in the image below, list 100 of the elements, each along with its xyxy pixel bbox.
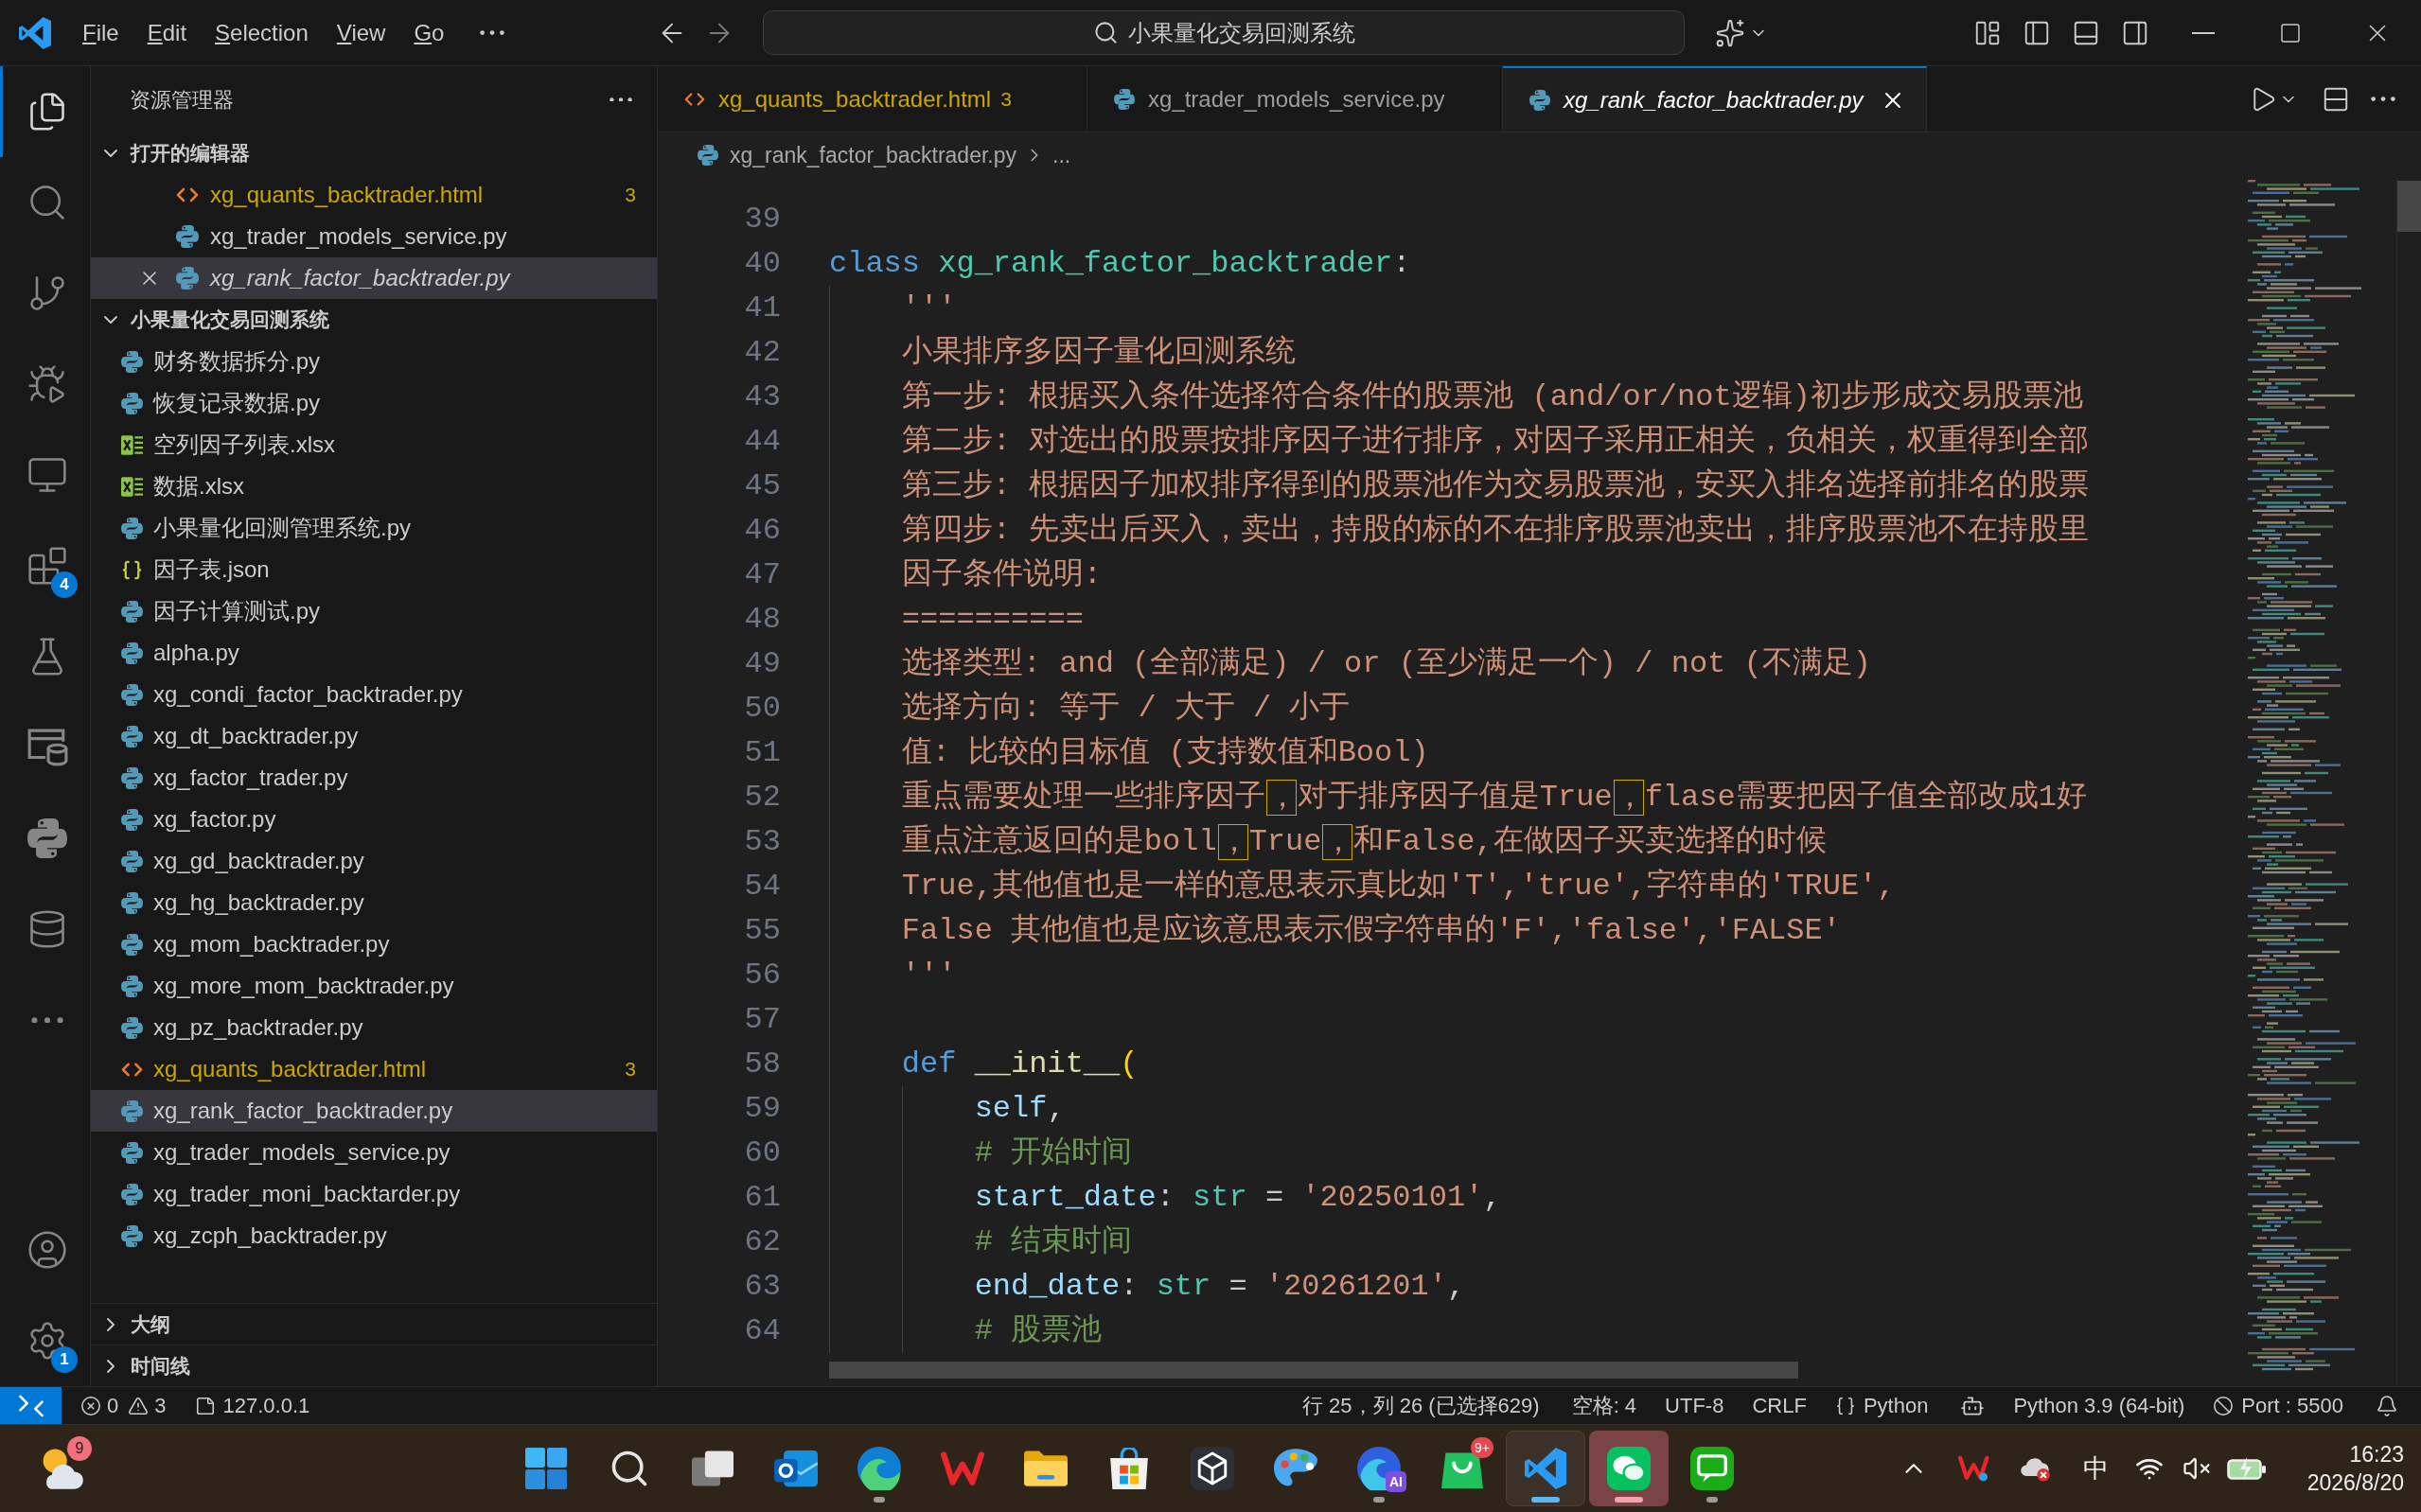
code-line: ''' [901, 290, 957, 327]
store-bag-icon [1108, 1448, 1150, 1489]
taskbar-app-button[interactable] [1506, 1431, 1585, 1506]
notification-badge: 9+ [1471, 1437, 1493, 1458]
interpreter-button[interactable]: Python 3.9 (64-bit) [2004, 1387, 2195, 1424]
python-file-icon [121, 683, 143, 706]
weather-button[interactable]: 9 [31, 1438, 92, 1499]
problems-button[interactable]: 0 3 [75, 1387, 172, 1424]
battery-charging-icon [2227, 1456, 2267, 1481]
input-method-button[interactable]: 中 [2065, 1440, 2126, 1497]
menu-item[interactable]: Selection [201, 11, 323, 54]
port-button[interactable]: Port : 5500 [2203, 1387, 2353, 1424]
line-number: 39 [743, 201, 781, 238]
code-line: ''' [901, 957, 957, 994]
indentation-button[interactable]: 空格: 4 [1562, 1387, 1647, 1424]
code-line: 选择类型: and (全部满足) / or (至少满足一个) / not (不满足) [901, 645, 1871, 683]
menu-item[interactable]: File [68, 11, 133, 54]
python-file-icon [121, 933, 143, 956]
tree-item[interactable]: xg_hg_backtrader.py [91, 882, 657, 923]
remote-button[interactable] [0, 1387, 62, 1424]
tree-item[interactable]: xg_quants_backtrader.html 3 [91, 1048, 657, 1090]
section-header[interactable]: 打开的编辑器 [91, 132, 657, 174]
tree-item[interactable]: xg_more_mom_backtrader.py [91, 965, 657, 1007]
python-file-icon [121, 891, 143, 914]
error-icon [80, 1395, 101, 1416]
tree-item[interactable]: 因子表.json [91, 549, 657, 590]
breadcrumb-symbols[interactable]: ... [1052, 138, 1071, 172]
line-number: 62 [743, 1223, 781, 1261]
python-file-icon [1114, 88, 1135, 110]
taskbar-app-button[interactable]: 9+ [1423, 1431, 1502, 1506]
code-line: 第三步: 根据因子加权排序得到的股票池作为交易股票池，安买入排名选择前排名的股票 [901, 467, 2090, 505]
task-view-icon [692, 1448, 733, 1489]
tree-item[interactable]: alpha.py [91, 632, 657, 674]
tree-item[interactable]: xg_trader_models_service.py [91, 1132, 657, 1173]
more-icon [610, 97, 632, 102]
zigzag-cloud-logo-icon [1958, 1455, 1990, 1482]
tree-item[interactable]: 恢复记录数据.py [91, 382, 657, 424]
taskbar-app-button[interactable] [1589, 1431, 1669, 1506]
scrollbar-thumb[interactable] [2397, 181, 2421, 232]
tree-item[interactable]: xg_gd_backtrader.py [91, 840, 657, 882]
tree-item[interactable]: xg_trader_moni_backtarder.py [91, 1173, 657, 1215]
tree-item[interactable]: 空列因子列表.xlsx [91, 424, 657, 466]
python-file-icon [121, 642, 143, 664]
cursor-position[interactable]: 行 25，列 26 (已选择629) [1293, 1387, 1549, 1424]
python-file-icon [121, 808, 143, 831]
line-ending-button[interactable]: CRLF [1742, 1387, 1816, 1424]
python-file-icon [121, 725, 143, 747]
python-file-icon [121, 1141, 143, 1164]
window-database-icon [26, 727, 68, 768]
code-line: 第四步: 先卖出后买入，卖出，持股的标的不在排序股票池卖出，排序股票池不在持股里 [901, 512, 2090, 550]
open-editor-item[interactable]: xg_trader_models_service.py [91, 216, 657, 257]
extensions-button[interactable]: 4 [0, 520, 91, 611]
python-file-icon [121, 517, 143, 539]
python-file-icon [121, 1224, 143, 1247]
open-editor-item[interactable]: xg_rank_factor_backtrader.py [91, 257, 657, 299]
encoding-button[interactable]: UTF-8 [1655, 1387, 1734, 1424]
tree-item[interactable]: xg_factor.py [91, 799, 657, 840]
clock-button[interactable]: 16:23 2026/8/20 [2273, 1433, 2415, 1504]
tree-item[interactable]: xg_mom_backtrader.py [91, 923, 657, 965]
taskbar-app-button[interactable]: AI [1339, 1431, 1419, 1506]
menu-item[interactable]: Edit [133, 11, 202, 54]
editor-tab[interactable]: xg_rank_factor_backtrader.py [1503, 66, 1927, 132]
code-line: 值: 比较的目标值 (支持数值和Bool) [901, 734, 1429, 772]
section-header[interactable]: 小果量化交易回测系统 [91, 299, 657, 341]
count-badge: 1 [51, 1346, 78, 1373]
menu-item[interactable]: View [322, 11, 400, 54]
tree-item[interactable]: xg_dt_backtrader.py [91, 715, 657, 757]
spreadsheet-file-icon [121, 433, 143, 456]
tree-item[interactable]: xg_rank_factor_backtrader.py [91, 1090, 657, 1132]
more-icon [2371, 96, 2395, 102]
running-indicator [1531, 1497, 1560, 1503]
menu-item[interactable]: Go [399, 11, 459, 54]
host-button[interactable]: 127.0.0.1 [188, 1387, 316, 1424]
settings-button[interactable]: 1 [0, 1295, 91, 1386]
scrollbar-thumb[interactable] [829, 1362, 1798, 1379]
line-number: 55 [743, 912, 781, 950]
note-icon [194, 1395, 216, 1416]
command-center[interactable]: 小果量化交易回测系统 [763, 10, 1685, 55]
bell-icon [2376, 1394, 2398, 1417]
line-number: 48 [743, 601, 781, 639]
python-file-icon [121, 392, 143, 414]
tree-item[interactable]: 数据.xlsx [91, 466, 657, 507]
tree-item[interactable]: xg_pz_backtrader.py [91, 1007, 657, 1048]
tree-item[interactable]: 财务数据拆分.py [91, 341, 657, 382]
tree-item[interactable]: 小果量化回测管理系统.py [91, 507, 657, 549]
warning-icon [128, 1395, 150, 1416]
line-number: 49 [743, 645, 781, 683]
tree-item[interactable]: 因子计算测试.py [91, 590, 657, 632]
line-number: 51 [743, 734, 781, 772]
language-button[interactable]: Python [1825, 1387, 1938, 1424]
tree-item[interactable]: xg_condi_factor_backtrader.py [91, 674, 657, 715]
tree-item[interactable]: xg_factor_trader.py [91, 757, 657, 799]
code-line: self, [974, 1090, 1066, 1128]
tree-item[interactable]: xg_zcph_backtrader.py [91, 1215, 657, 1257]
open-editor-item[interactable]: xg_quants_backtrader.html 3 [91, 174, 657, 216]
section-header[interactable]: 大纲 [91, 1303, 657, 1345]
running-indicator [1706, 1497, 1718, 1503]
running-indicator [1373, 1497, 1385, 1503]
breadcrumb-file[interactable]: xg_rank_factor_backtrader.py [730, 138, 1016, 172]
code-line: # 结束时间 [974, 1223, 1133, 1261]
